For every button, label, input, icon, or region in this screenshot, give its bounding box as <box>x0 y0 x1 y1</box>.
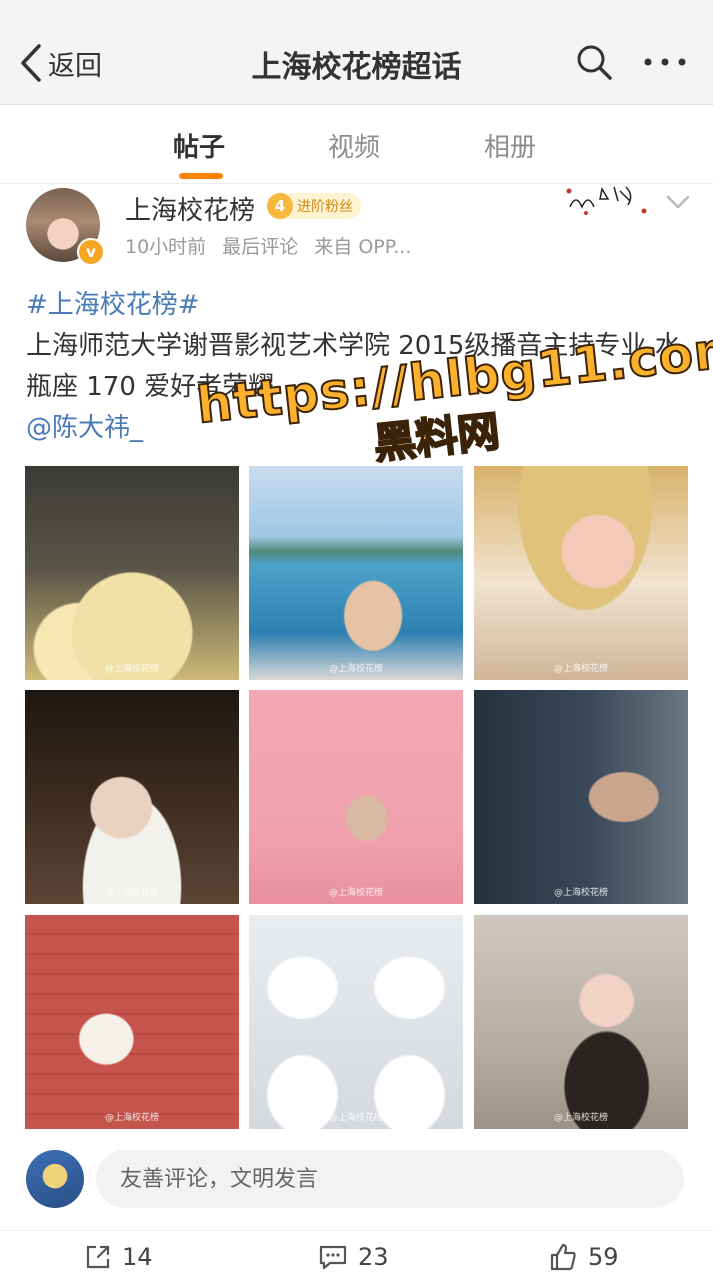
like-button[interactable]: 59 <box>548 1237 619 1277</box>
photo-watermark: @上海校花榜 <box>554 888 609 898</box>
thumbs-up-icon <box>550 1243 576 1271</box>
tab-posts[interactable]: 帖子 <box>173 127 225 164</box>
comment-icon <box>319 1245 347 1270</box>
share-icon <box>86 1245 110 1269</box>
like-count: 59 <box>588 1243 619 1271</box>
chevron-left-icon <box>21 44 41 82</box>
photo-1[interactable]: @上海校花榜 <box>25 466 239 680</box>
photo-watermark: @上海校花榜 <box>105 664 160 674</box>
photo-4[interactable]: @上海校花榜 <box>25 690 239 904</box>
photo-watermark: @上海校花榜 <box>329 1113 384 1123</box>
post-time: 10小时前 <box>125 236 207 258</box>
more-icon[interactable] <box>640 42 690 82</box>
photo-5[interactable]: @上海校花榜 <box>249 690 463 904</box>
photo-2[interactable]: @上海校花榜 <box>249 466 463 680</box>
comment-input[interactable] <box>96 1150 684 1208</box>
tab-bar: 帖子 视频 相册 <box>0 105 713 184</box>
photo-watermark: @上海校花榜 <box>554 664 609 674</box>
back-button[interactable]: 返回 <box>20 40 102 86</box>
photo-3[interactable]: @上海校花榜 <box>474 466 688 680</box>
fan-badge-label: 进阶粉丝 <box>297 199 353 215</box>
photo-watermark: @上海校花榜 <box>329 664 384 674</box>
photo-watermark: @上海校花榜 <box>105 1113 160 1123</box>
search-icon[interactable] <box>574 42 614 82</box>
chevron-down-icon[interactable] <box>664 190 692 214</box>
photo-9[interactable]: @上海校花榜 <box>474 915 688 1129</box>
post-source: 来自 OPP... <box>314 236 412 258</box>
comment-bar <box>0 1138 713 1228</box>
tab-albums[interactable]: 相册 <box>484 127 536 164</box>
mention-link[interactable]: @陈大祎_ <box>26 408 696 449</box>
comment-button[interactable]: 23 <box>318 1237 389 1277</box>
photo-8[interactable]: @上海校花榜 <box>249 915 463 1129</box>
tab-active-indicator <box>179 173 223 179</box>
action-bar: 14 23 59 <box>0 1230 713 1281</box>
tab-videos[interactable]: 视频 <box>328 127 380 164</box>
photo-watermark: @上海校花榜 <box>329 888 384 898</box>
photo-watermark: @上海校花榜 <box>105 888 160 898</box>
top-nav-bar: 返回 上海校花榜超话 <box>0 0 713 105</box>
post-meta: 10小时前 最后评论 来自 OPP... <box>125 232 421 259</box>
photo-6[interactable]: @上海校花榜 <box>474 690 688 904</box>
comment-count: 23 <box>358 1243 389 1271</box>
photo-7[interactable]: @上海校花榜 <box>25 915 239 1129</box>
back-label: 返回 <box>48 50 102 82</box>
post-text: 上海师范大学谢晋影视艺术学院 2015级播音主持专业 水瓶座 170 爱好者荣耀 <box>26 331 681 402</box>
share-count: 14 <box>122 1243 153 1271</box>
verified-icon: v <box>77 238 105 266</box>
share-button[interactable]: 14 <box>84 1237 153 1277</box>
fan-badge: 4 进阶粉丝 <box>267 193 361 219</box>
hashtag-link[interactable]: #上海校花榜# <box>26 285 696 326</box>
post-body: #上海校花榜# 上海师范大学谢晋影视艺术学院 2015级播音主持专业 水瓶座 1… <box>26 285 696 449</box>
author-name[interactable]: 上海校花榜 <box>125 190 255 227</box>
decoration-card-icon <box>566 186 647 215</box>
photo-watermark: @上海校花榜 <box>554 1113 609 1123</box>
fan-level: 4 <box>267 193 293 219</box>
user-avatar[interactable] <box>26 1150 84 1208</box>
last-comment-label: 最后评论 <box>222 236 299 258</box>
